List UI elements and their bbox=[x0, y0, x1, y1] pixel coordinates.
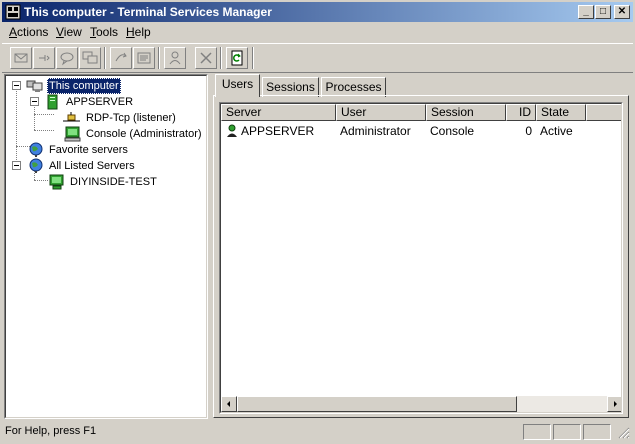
toolbar-button-send-message[interactable] bbox=[10, 47, 32, 69]
toolbar-button-logoff[interactable] bbox=[164, 47, 186, 69]
menu-tools[interactable]: Tools bbox=[90, 25, 118, 39]
tree-label-diyinside-test: DIYINSIDE-TEST bbox=[70, 176, 157, 188]
maximize-button[interactable]: □ bbox=[595, 5, 611, 19]
main-window: This computer - Terminal Services Manage… bbox=[0, 0, 635, 444]
resize-grip-icon[interactable] bbox=[618, 427, 630, 439]
menu-view[interactable]: View bbox=[56, 25, 82, 39]
status-bar: For Help, press F1 bbox=[2, 422, 633, 442]
horizontal-scrollbar[interactable] bbox=[221, 396, 621, 412]
server-tree: This computer APPSERVER RDP-Tcp (listene… bbox=[4, 74, 208, 419]
send-message-icon bbox=[14, 53, 28, 63]
column-header-server[interactable]: Server bbox=[221, 104, 336, 121]
details-pane: Users Sessions Processes Server User Ses… bbox=[211, 74, 631, 419]
logoff-icon bbox=[169, 51, 181, 65]
toolbar-separator bbox=[252, 47, 254, 69]
user-icon bbox=[227, 124, 237, 137]
cell-state: Active bbox=[540, 124, 573, 138]
users-list: Server User Session ID State Id APPSERVE… bbox=[219, 102, 623, 414]
tab-sessions[interactable]: Sessions bbox=[262, 77, 319, 97]
status-panel bbox=[523, 424, 551, 440]
tree-label-favorite-servers: Favorite servers bbox=[49, 144, 128, 156]
status-icon bbox=[137, 52, 151, 64]
cell-server: APPSERVER bbox=[241, 124, 315, 138]
status-panel bbox=[553, 424, 581, 440]
menu-help[interactable]: Help bbox=[126, 25, 151, 39]
computer-group-icon bbox=[26, 80, 43, 92]
column-header-session[interactable]: Session bbox=[426, 104, 506, 121]
refresh-icon bbox=[231, 50, 243, 66]
close-button[interactable]: ✕ bbox=[614, 5, 630, 19]
toolbar-button-disconnect[interactable] bbox=[56, 47, 78, 69]
arrow-left-icon bbox=[227, 401, 230, 407]
tree-label-console: Console (Administrator) bbox=[86, 128, 202, 140]
disconnect-icon bbox=[60, 52, 74, 66]
menu-actions[interactable]: Actions bbox=[9, 25, 48, 39]
toolbar-button-end-process[interactable] bbox=[195, 47, 217, 69]
terminal-services-icon bbox=[5, 4, 21, 20]
toolbar-button-remote-control[interactable] bbox=[79, 47, 101, 69]
collapse-icon[interactable] bbox=[30, 97, 39, 106]
tree-label-all-listed-servers: All Listed Servers bbox=[49, 160, 135, 172]
tree-node-diyinside-test[interactable]: DIYINSIDE-TEST bbox=[6, 174, 206, 190]
remote-control-icon bbox=[82, 51, 98, 64]
cell-session: Console bbox=[430, 124, 475, 138]
toolbar-separator bbox=[158, 47, 160, 69]
tree-label-this-computer: This computer bbox=[47, 78, 121, 94]
server-icon bbox=[47, 94, 58, 110]
tree-label-appserver: APPSERVER bbox=[66, 96, 134, 108]
minimize-button[interactable]: _ bbox=[578, 5, 594, 19]
tab-processes[interactable]: Processes bbox=[321, 77, 386, 97]
column-header-id[interactable]: ID bbox=[506, 104, 536, 121]
connect-icon bbox=[39, 55, 50, 61]
toolbar-separator bbox=[104, 47, 106, 69]
collapse-icon[interactable] bbox=[12, 81, 21, 90]
tree-node-rdp-listener[interactable]: RDP-Tcp (listener) bbox=[6, 110, 206, 126]
listener-icon bbox=[63, 112, 80, 122]
window-title: This computer - Terminal Services Manage… bbox=[24, 5, 272, 19]
menu-bar: Actions View Tools Help bbox=[2, 22, 633, 42]
title-bar: This computer - Terminal Services Manage… bbox=[2, 2, 633, 22]
scroll-right-button[interactable] bbox=[607, 396, 621, 412]
tab-users[interactable]: Users bbox=[215, 74, 260, 97]
toolbar bbox=[2, 43, 633, 73]
toolbar-button-connect[interactable] bbox=[33, 47, 55, 69]
collapse-icon[interactable] bbox=[12, 161, 21, 170]
cell-user: Administrator bbox=[340, 124, 411, 138]
favorites-globe-icon bbox=[29, 142, 43, 157]
end-process-icon bbox=[200, 52, 212, 64]
toolbar-button-reset[interactable] bbox=[110, 47, 132, 69]
tree-node-this-computer[interactable]: This computer bbox=[6, 78, 206, 94]
column-header-state[interactable]: State bbox=[536, 104, 586, 121]
column-header-user[interactable]: User bbox=[336, 104, 426, 121]
console-session-icon bbox=[64, 126, 81, 142]
column-header-idle[interactable]: Id bbox=[586, 104, 621, 121]
toolbar-button-refresh[interactable] bbox=[226, 47, 248, 69]
tree-node-console[interactable]: Console (Administrator) bbox=[6, 126, 206, 142]
network-globe-icon bbox=[29, 158, 43, 173]
cell-id: 0 bbox=[525, 124, 532, 138]
tree-node-favorite-servers[interactable]: Favorite servers bbox=[6, 142, 206, 158]
tree-node-appserver[interactable]: APPSERVER bbox=[6, 94, 206, 110]
tab-panel-users: Server User Session ID State Id APPSERVE… bbox=[213, 95, 629, 418]
reset-icon bbox=[115, 52, 127, 62]
tree-label-rdp-listener: RDP-Tcp (listener) bbox=[86, 112, 176, 124]
remote-server-icon bbox=[49, 174, 64, 190]
tree-node-all-listed-servers[interactable]: All Listed Servers bbox=[6, 158, 206, 174]
status-text: For Help, press F1 bbox=[5, 425, 97, 437]
toolbar-button-status[interactable] bbox=[133, 47, 155, 69]
toolbar-separator bbox=[220, 47, 222, 69]
scroll-left-button[interactable] bbox=[221, 396, 237, 412]
scroll-thumb[interactable] bbox=[237, 396, 517, 412]
arrow-right-icon bbox=[614, 401, 617, 407]
status-panel bbox=[583, 424, 611, 440]
